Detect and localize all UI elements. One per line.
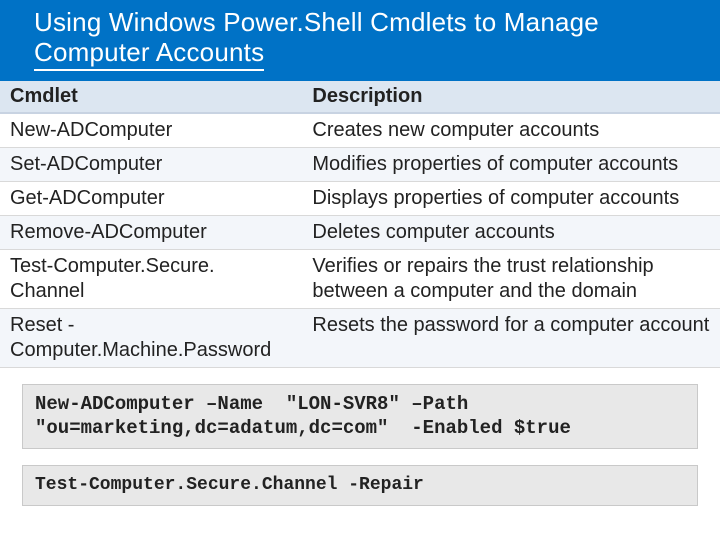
- cmdlet-desc: Creates new computer accounts: [302, 113, 720, 148]
- cmdlet-name: New-ADComputer: [0, 113, 302, 148]
- slide-header: Using Windows Power.Shell Cmdlets to Man…: [0, 0, 720, 81]
- slide-title: Using Windows Power.Shell Cmdlets to Man…: [34, 8, 698, 71]
- title-line-2: Computer Accounts: [34, 38, 264, 71]
- slide-content: Cmdlet Description New-ADComputer Create…: [0, 81, 720, 506]
- table-row: Test-Computer.Secure. Channel Verifies o…: [0, 249, 720, 308]
- table-row: Reset -Computer.Machine.Password Resets …: [0, 308, 720, 367]
- col-header-cmdlet: Cmdlet: [0, 81, 302, 113]
- cmdlet-desc: Resets the password for a computer accou…: [302, 308, 720, 367]
- table-row: Set-ADComputer Modifies properties of co…: [0, 147, 720, 181]
- cmdlet-name: Get-ADComputer: [0, 181, 302, 215]
- cmdlet-desc: Verifies or repairs the trust relationsh…: [302, 249, 720, 308]
- cmdlet-desc: Deletes computer accounts: [302, 215, 720, 249]
- cmdlet-desc: Displays properties of computer accounts: [302, 181, 720, 215]
- cmdlet-name: Test-Computer.Secure. Channel: [0, 249, 302, 308]
- cmdlet-name: Reset -Computer.Machine.Password: [0, 308, 302, 367]
- code-example-2: Test-Computer.Secure.Channel -Repair: [22, 465, 698, 506]
- title-line-1: Using Windows Power.Shell Cmdlets to Man…: [34, 7, 599, 37]
- cmdlet-table: Cmdlet Description New-ADComputer Create…: [0, 81, 720, 368]
- cmdlet-desc: Modifies properties of computer accounts: [302, 147, 720, 181]
- cmdlet-name: Set-ADComputer: [0, 147, 302, 181]
- cmdlet-name: Remove-ADComputer: [0, 215, 302, 249]
- table-row: New-ADComputer Creates new computer acco…: [0, 113, 720, 148]
- table-row: Get-ADComputer Displays properties of co…: [0, 181, 720, 215]
- col-header-description: Description: [302, 81, 720, 113]
- table-row: Remove-ADComputer Deletes computer accou…: [0, 215, 720, 249]
- code-example-1: New-ADComputer –Name "LON-SVR8" –Path "o…: [22, 384, 698, 450]
